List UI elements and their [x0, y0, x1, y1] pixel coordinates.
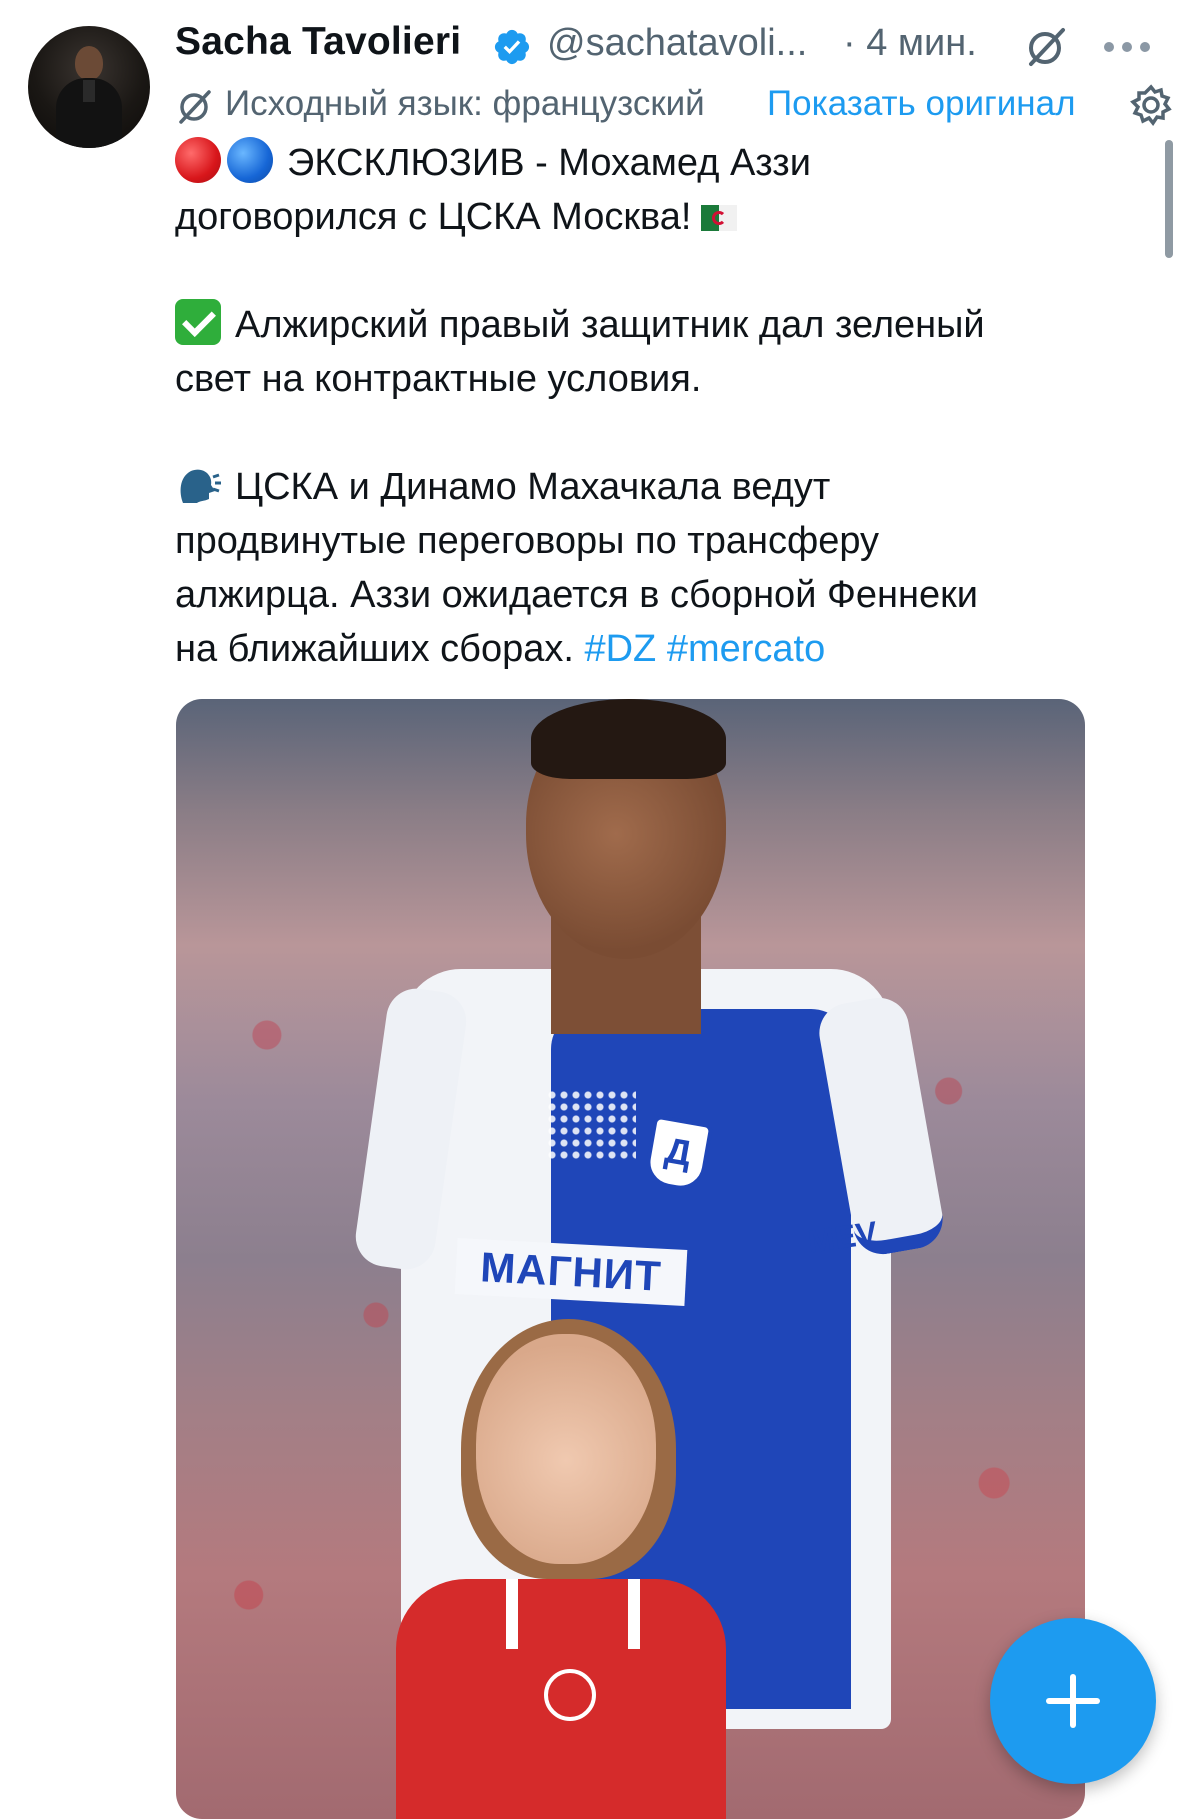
tweet-line: Алжирский правый защитник дал зеленый [175, 298, 1150, 352]
tweet-point1-line1: Алжирский правый защитник дал зеленый [235, 304, 985, 346]
child-shirt-collar [506, 1579, 640, 1649]
red-circle-emoji-icon [175, 137, 221, 183]
hashtag-link[interactable]: #mercato [667, 628, 825, 670]
gear-icon[interactable] [1128, 82, 1174, 128]
algeria-flag-icon [701, 205, 738, 231]
plus-icon [1046, 1674, 1100, 1728]
author-name[interactable]: Sacha Tavolieri [175, 20, 461, 64]
more-dots-icon[interactable] [1102, 40, 1152, 54]
player-hair [531, 699, 726, 779]
author-handle[interactable]: @sachatavoli... [547, 22, 807, 65]
scrollbar-thumb[interactable] [1165, 140, 1173, 258]
tweet-point2-line4: на ближайших сборах. [175, 628, 574, 670]
tweet-point2-line3: алжирца. Аззи ожидается в сборной Феннек… [175, 574, 978, 616]
tweet-line: на ближайших сборах. #DZ #mercato [175, 622, 1150, 676]
jersey-heart-pattern [546, 1089, 636, 1159]
child-shirt-badge [544, 1669, 596, 1721]
hashtag-link[interactable]: #DZ [584, 628, 656, 670]
speaking-head-emoji-icon [180, 469, 221, 503]
tweet-text: ЭКСКЛЮЗИВ - Мохамед Аззи договорился с Ц… [175, 136, 1150, 676]
tweet-line: ЭКСКЛЮЗИВ - Мохамед Аззи [175, 136, 1150, 190]
tweet-line: алжирца. Аззи ожидается в сборной Феннек… [175, 568, 1150, 622]
tweet-line: ЦСКА и Динамо Махачкала ведут [175, 460, 1150, 514]
tweet-header: Sacha Tavolieri @sachatavoli... · 4 мин. [175, 18, 1175, 74]
tweet-timestamp[interactable]: · 4 мин. [843, 22, 977, 65]
blue-circle-emoji-icon [227, 137, 273, 183]
verified-badge-icon [494, 29, 530, 65]
tweet-point1-line2: свет на контрактные условия. [175, 358, 702, 400]
compose-button[interactable] [990, 1618, 1156, 1784]
child-face [476, 1334, 656, 1564]
jersey-sponsor: МАГНИТ [454, 1238, 688, 1306]
tweet-line: свет на контрактные условия. [175, 352, 1150, 406]
tweet-headline-2: договорился с ЦСКА Москва! [175, 196, 692, 238]
show-original-link[interactable]: Показать оригинал [767, 84, 1076, 124]
tweet-media-image[interactable]: Д МАГНИТ MEV [176, 699, 1085, 1819]
avatar-figure-head [75, 46, 103, 80]
tweet-point2-line2: продвинутые переговоры по трансферу [175, 520, 880, 562]
translate-icon [179, 90, 211, 124]
avatar-figure-shirt [83, 80, 95, 102]
translation-bar: Исходный язык: французский Показать ориг… [175, 82, 1175, 132]
tweet-point2-line1: ЦСКА и Динамо Махачкала ведут [235, 466, 831, 508]
tweet-line: продвинутые переговоры по трансферу [175, 514, 1150, 568]
author-avatar[interactable] [28, 26, 150, 148]
check-mark-emoji-icon [175, 299, 221, 345]
tweet-headline-1: ЭКСКЛЮЗИВ - Мохамед Аззи [287, 142, 811, 184]
grok-icon[interactable] [1023, 24, 1069, 70]
tweet-line: договорился с ЦСКА Москва! [175, 190, 1150, 244]
translation-source-label: Исходный язык: французский [225, 84, 705, 123]
